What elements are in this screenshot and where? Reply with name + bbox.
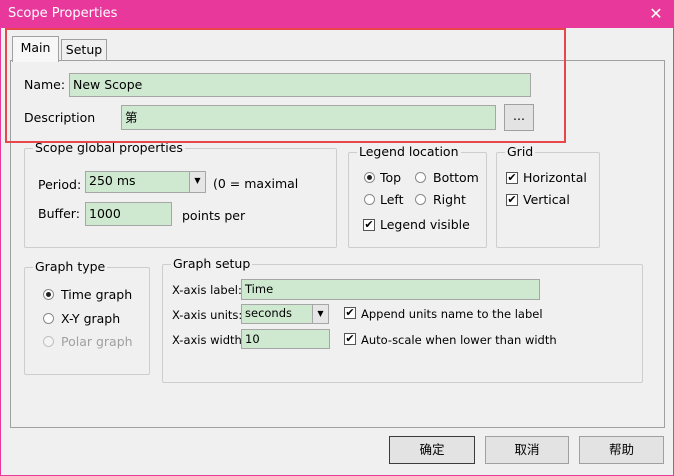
period-note: (0 = maximal [213, 176, 299, 191]
time-graph-label: Time graph [61, 287, 133, 302]
legend-bottom-radio[interactable] [415, 172, 426, 183]
autoscale-checkbox[interactable]: ✔ [344, 333, 356, 345]
legend-left-radio[interactable] [364, 194, 375, 205]
xaxis-label-label: X-axis label: [172, 283, 242, 297]
xaxis-units-select[interactable]: seconds ▼ [241, 304, 329, 324]
xaxis-width-input[interactable]: 10 [241, 329, 330, 349]
legend-visible-label: Legend visible [380, 217, 470, 232]
description-label: Description [24, 110, 96, 125]
scope-global-title: Scope global properties [33, 140, 185, 155]
close-icon[interactable]: ✕ [639, 1, 673, 27]
title-bar: Scope Properties ✕ [1, 1, 673, 28]
name-label: Name: [24, 77, 66, 92]
legend-left-label: Left [380, 192, 404, 207]
xaxis-units-value: seconds [245, 306, 293, 320]
polar-graph-label: Polar graph [61, 334, 133, 349]
tab-main[interactable]: Main [12, 36, 59, 62]
buffer-input[interactable]: 1000 [85, 202, 172, 226]
append-units-checkbox[interactable]: ✔ [344, 307, 356, 319]
autoscale-label: Auto-scale when lower than width [361, 333, 557, 347]
cancel-button[interactable]: 取消 [485, 436, 569, 464]
buffer-note: points per [182, 208, 246, 223]
xy-graph-radio[interactable] [43, 313, 54, 324]
xaxis-width-label: X-axis width: [172, 333, 246, 347]
scope-global-group: Scope global properties [24, 140, 337, 248]
append-units-label: Append units name to the label [361, 307, 543, 321]
legend-visible-checkbox[interactable]: ✔ [363, 219, 375, 231]
description-input[interactable]: 第 [121, 105, 496, 130]
grid-vertical-checkbox[interactable]: ✔ [506, 194, 518, 206]
tab-main-label: Main [20, 40, 51, 55]
legend-location-title: Legend location [357, 144, 461, 159]
polar-graph-radio [43, 336, 54, 347]
chevron-down-icon[interactable]: ▼ [312, 305, 328, 323]
browse-button[interactable]: ... [504, 104, 534, 131]
graph-type-title: Graph type [33, 259, 108, 274]
period-value: 250 ms [89, 173, 136, 188]
tab-setup[interactable]: Setup [61, 39, 107, 60]
xy-graph-label: X-Y graph [61, 311, 121, 326]
graph-setup-title: Graph setup [171, 256, 253, 271]
legend-bottom-label: Bottom [433, 170, 479, 185]
time-graph-radio[interactable] [43, 289, 54, 300]
legend-top-label: Top [380, 170, 402, 185]
legend-top-radio[interactable] [364, 172, 375, 183]
xaxis-units-label: X-axis units: [172, 308, 243, 322]
legend-right-label: Right [433, 192, 466, 207]
xaxis-label-input[interactable]: Time [241, 279, 540, 300]
buffer-label: Buffer: [38, 206, 80, 221]
window-title: Scope Properties [8, 6, 118, 21]
chevron-down-icon[interactable]: ▼ [189, 172, 205, 192]
period-select[interactable]: 250 ms ▼ [85, 171, 206, 193]
period-label: Period: [38, 177, 82, 192]
grid-horizontal-checkbox[interactable]: ✔ [506, 172, 518, 184]
legend-right-radio[interactable] [415, 194, 426, 205]
grid-vertical-label: Vertical [523, 192, 570, 207]
ok-button[interactable]: 确定 [389, 436, 475, 464]
tab-setup-label: Setup [65, 42, 103, 57]
name-input[interactable]: New Scope [69, 73, 531, 97]
scope-properties-dialog: Scope Properties ✕ Main Setup Name: New … [0, 0, 674, 476]
grid-title: Grid [505, 144, 536, 159]
grid-horizontal-label: Horizontal [523, 170, 587, 185]
help-button[interactable]: 帮助 [579, 436, 664, 464]
